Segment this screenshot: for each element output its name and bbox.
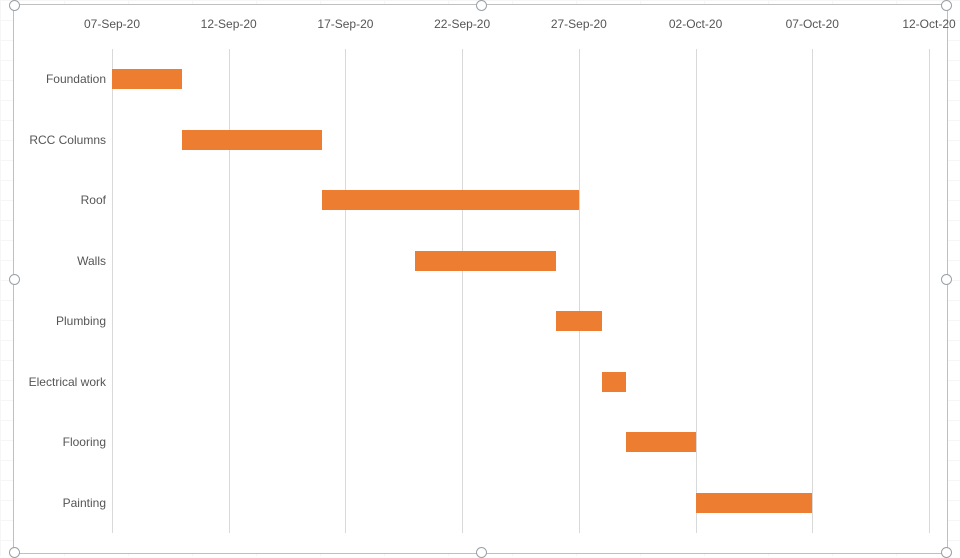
gantt-bar[interactable] <box>602 372 625 392</box>
category-label: RCC Columns <box>29 133 106 147</box>
chart-object[interactable]: 07-Sep-20 12-Sep-20 17-Sep-20 22-Sep-20 27-S… <box>13 4 948 554</box>
category-label: Roof <box>81 193 106 207</box>
gridline <box>229 49 230 533</box>
resize-handle-top-left[interactable] <box>9 0 20 11</box>
resize-handle-top[interactable] <box>476 0 487 11</box>
plot-area <box>112 49 929 533</box>
category-label: Foundation <box>46 72 106 86</box>
resize-handle-top-right[interactable] <box>941 0 952 11</box>
y-axis-categories: Foundation RCC Columns Roof Walls Plumbing El… <box>14 49 112 533</box>
category-label: Flooring <box>63 435 106 449</box>
gridline <box>345 49 346 533</box>
gridline <box>112 49 113 533</box>
x-tick-label: 12-Sep-20 <box>201 17 257 31</box>
resize-handle-bottom[interactable] <box>476 547 487 558</box>
category-label: Painting <box>63 496 106 510</box>
gantt-bar[interactable] <box>556 311 603 331</box>
x-axis: 07-Sep-2012-Sep-2017-Sep-2022-Sep-2027-S… <box>112 11 929 41</box>
resize-handle-right[interactable] <box>941 274 952 285</box>
gridline <box>462 49 463 533</box>
gridline <box>812 49 813 533</box>
x-tick-label: 27-Sep-20 <box>551 17 607 31</box>
gantt-bar[interactable] <box>696 493 813 513</box>
gridline <box>579 49 580 533</box>
x-tick-label: 22-Sep-20 <box>434 17 490 31</box>
x-tick-label: 07-Oct-20 <box>786 17 839 31</box>
gantt-bar[interactable] <box>322 190 579 210</box>
gridline <box>929 49 930 533</box>
x-tick-label: 17-Sep-20 <box>317 17 373 31</box>
category-label: Plumbing <box>56 314 106 328</box>
gridline <box>696 49 697 533</box>
category-label: Walls <box>77 254 106 268</box>
resize-handle-bottom-right[interactable] <box>941 547 952 558</box>
gantt-bar[interactable] <box>415 251 555 271</box>
x-tick-label: 02-Oct-20 <box>669 17 722 31</box>
gantt-bar[interactable] <box>112 69 182 89</box>
gantt-bar[interactable] <box>182 130 322 150</box>
category-label: Electrical work <box>29 375 106 389</box>
resize-handle-bottom-left[interactable] <box>9 547 20 558</box>
x-tick-label: 12-Oct-20 <box>902 17 955 31</box>
gantt-bar[interactable] <box>626 432 696 452</box>
x-tick-label: 07-Sep-20 <box>84 17 140 31</box>
